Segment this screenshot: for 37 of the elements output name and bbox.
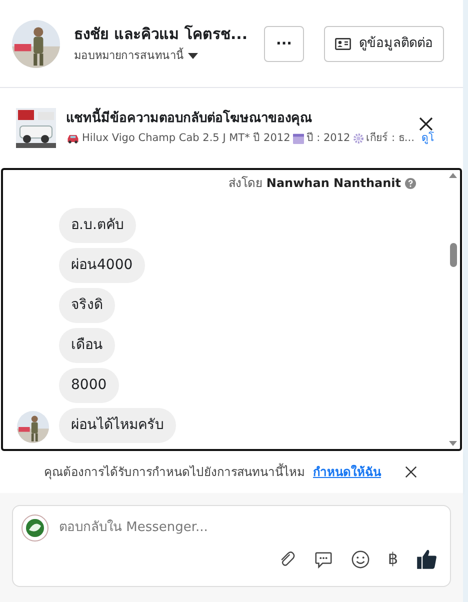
message-bubble: เดือน <box>59 328 115 363</box>
assign-dropdown[interactable]: มอบหมายการสนทนานี้ <box>74 48 254 64</box>
close-button[interactable] <box>405 465 419 479</box>
scroll-up-icon[interactable] <box>449 173 457 178</box>
scroll-down-icon[interactable] <box>449 441 457 446</box>
sent-by-text: ส่งโดย Nanwhan Nanthanit <box>228 175 401 192</box>
emoji-icon[interactable] <box>350 550 370 568</box>
car-icon <box>66 133 80 144</box>
close-icon <box>405 466 417 478</box>
page-logo-icon <box>21 514 49 542</box>
caret-icon <box>188 52 198 59</box>
help-icon <box>405 178 416 188</box>
ad-detail: ปี : 2012 <box>306 130 350 146</box>
more-button[interactable]: ··· <box>264 26 304 62</box>
ad-detail: เกียร์ : ธ... <box>366 130 414 146</box>
message-bubble: ผ่อน4000 <box>59 248 145 283</box>
payment-button[interactable]: ฿ <box>388 551 398 567</box>
view-link[interactable]: ดูโ <box>421 130 434 147</box>
ad-detail: Hilux Vigo Champ Cab 2.5 J MT* ปี 2012 <box>82 130 290 146</box>
message-bubble: 8000 <box>59 368 119 403</box>
close-button[interactable] <box>419 116 435 132</box>
contact-info-button[interactable]: ดูข้อมูลติดต่อ <box>324 26 444 62</box>
close-icon <box>419 117 433 131</box>
assign-to-me-link[interactable]: กำหนดให้ฉัน <box>313 463 381 481</box>
message-bubble: ผ่อนได้ไหมครับ <box>59 408 176 443</box>
scroll-thumb[interactable] <box>450 242 456 266</box>
message-bubble: อ.บ.ตคับ <box>59 208 136 243</box>
gear-icon <box>353 133 364 144</box>
contact-name: ธงชัย และคิวแม โคตรช... <box>74 24 249 45</box>
ad-reply-title: แชทนี้มีข้อความตอบกลับต่อโฆษณาของคุณ <box>66 109 312 129</box>
thumbs-up-icon[interactable] <box>416 548 438 570</box>
reply-input[interactable]: ตอบกลับใน Messenger... <box>59 518 442 538</box>
message-bubble: จริงดิ <box>59 288 115 323</box>
contact-card-icon <box>335 38 351 50</box>
calendar-icon <box>293 133 304 144</box>
assignment-question: คุณต้องการได้รับการกำหนดไปยังการสนทนานี้ไหม <box>44 463 305 481</box>
chat-bubble-icon[interactable] <box>314 550 333 568</box>
